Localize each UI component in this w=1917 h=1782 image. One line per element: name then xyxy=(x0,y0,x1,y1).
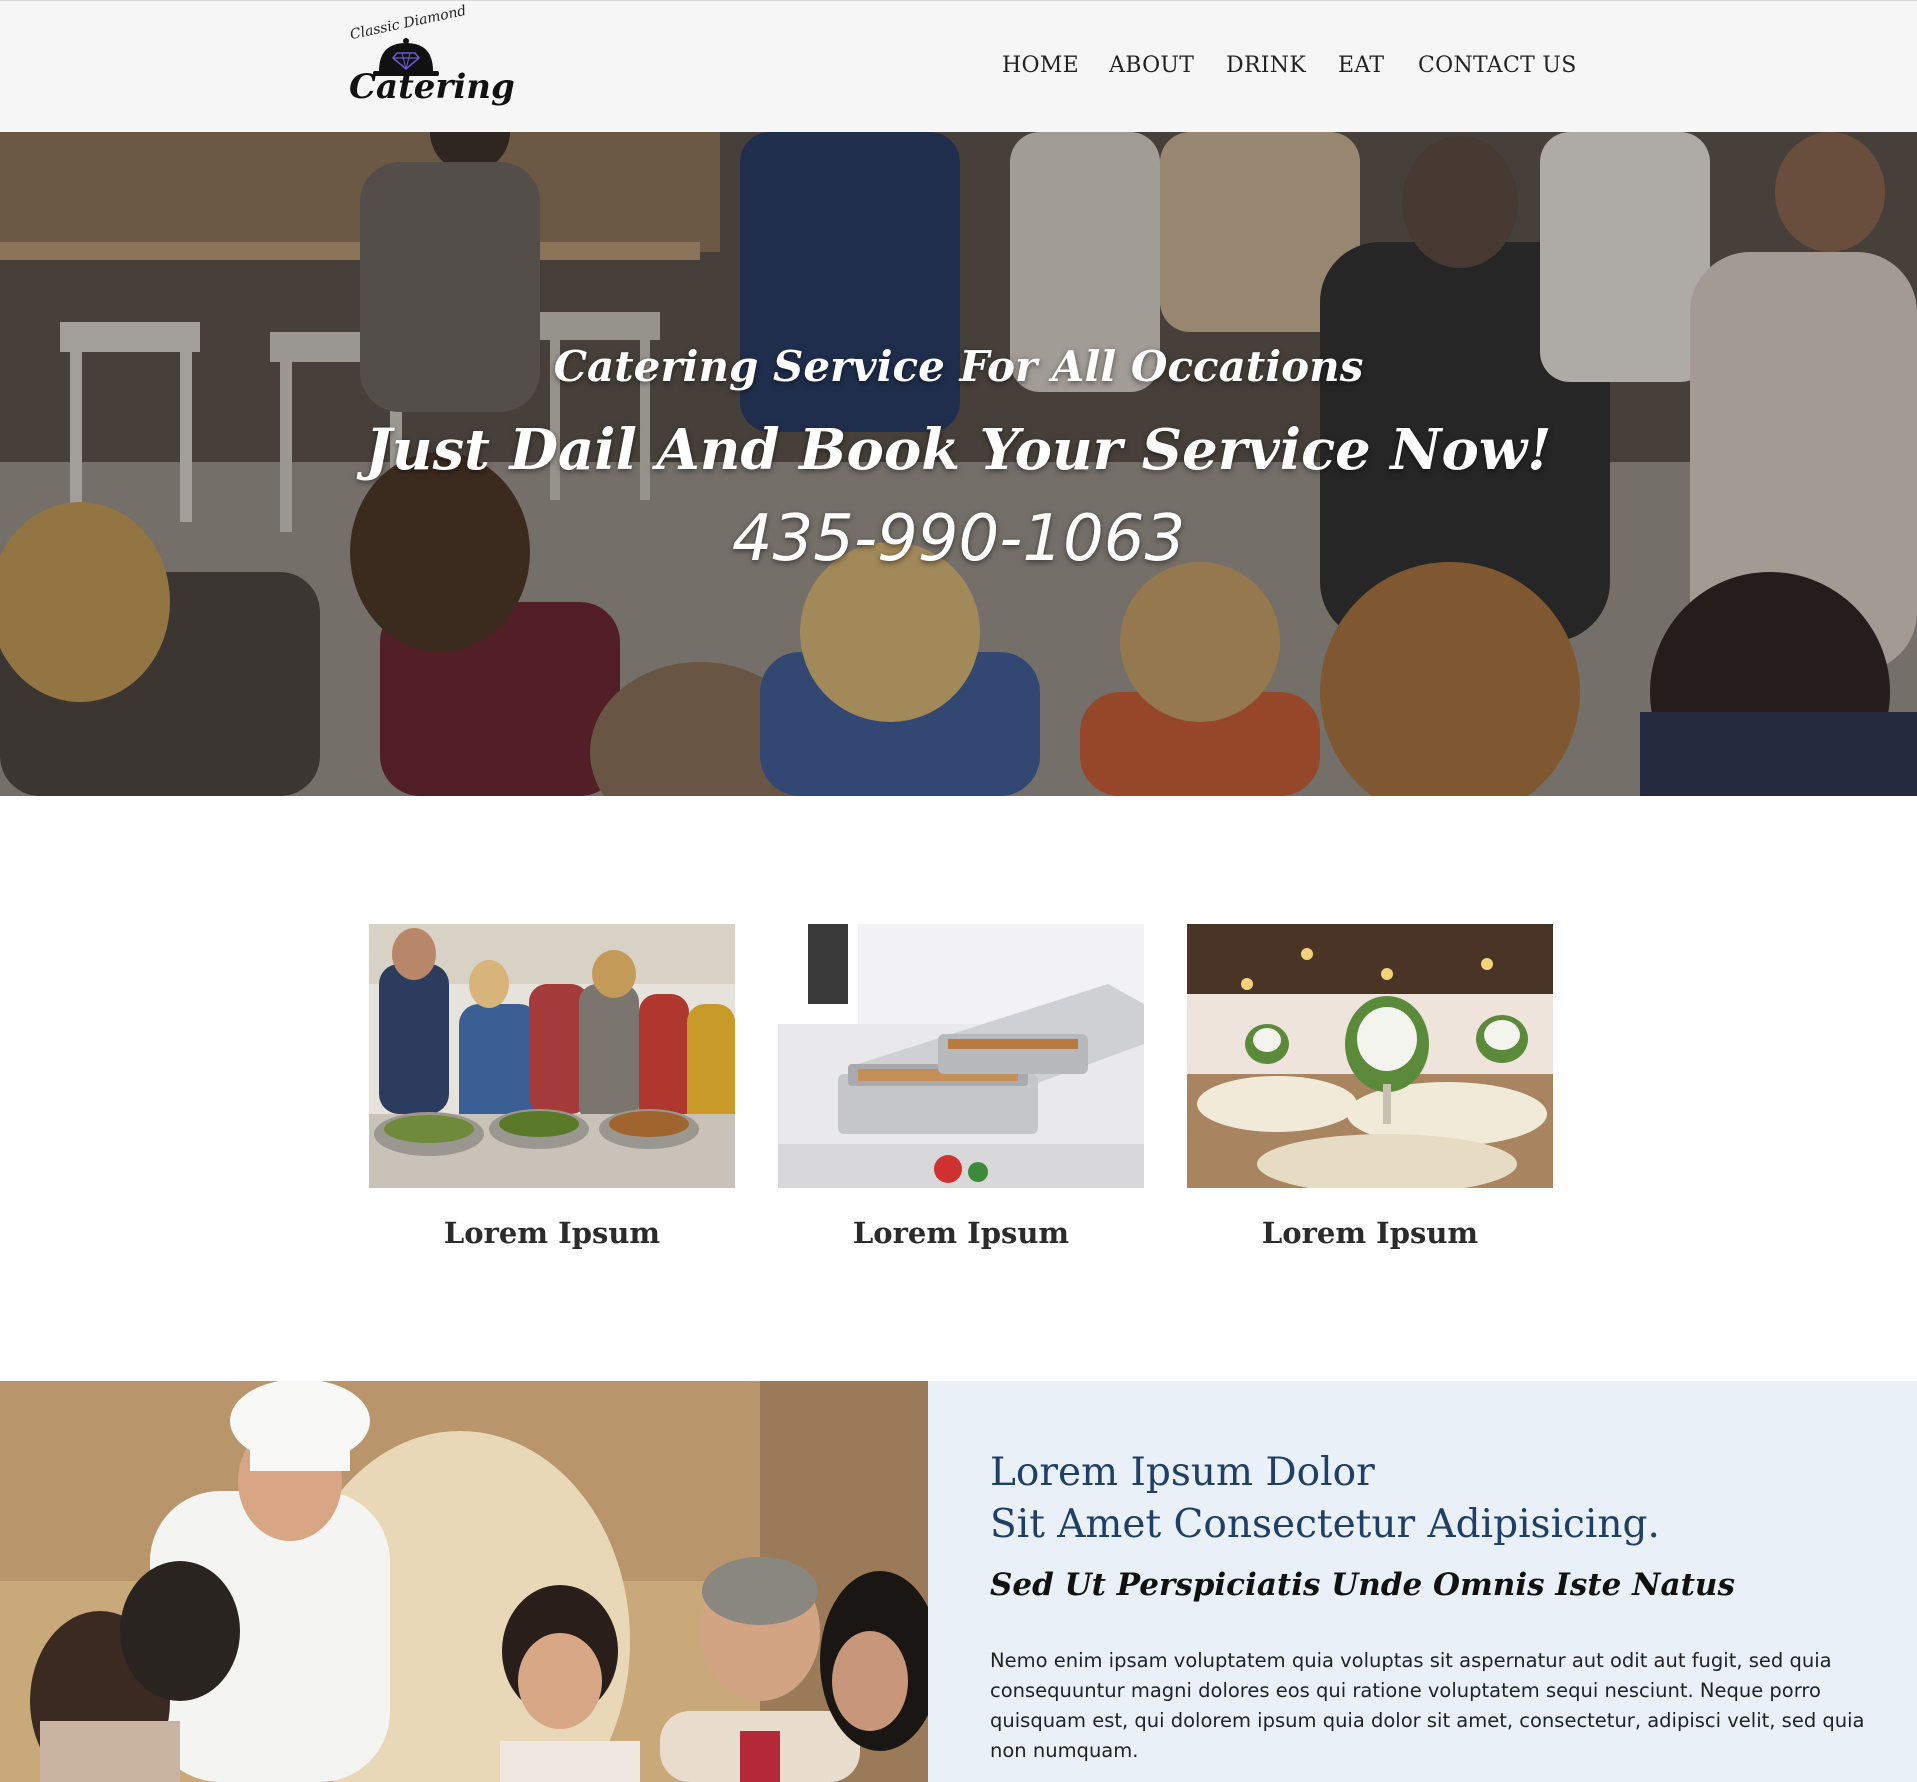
service-card-title: Lorem Ipsum xyxy=(1261,1216,1479,1250)
service-card[interactable]: Lorem Ipsum xyxy=(778,924,1144,1250)
nav-item-drink[interactable]: DRINK xyxy=(1226,53,1306,78)
nav-item-about[interactable]: ABOUT xyxy=(1109,53,1194,78)
nav-item-home[interactable]: HOME xyxy=(1002,53,1079,78)
service-card-image xyxy=(778,924,1144,1188)
about-heading-line2: Sit Amet Consectetur Adipisicing. xyxy=(990,1502,1660,1547)
main-nav: HOME ABOUT DRINK EAT CONTACT US xyxy=(0,53,1917,83)
hero-headline: Just Dail And Book Your Service Now! xyxy=(365,417,1552,483)
service-card[interactable]: Lorem Ipsum xyxy=(1187,924,1553,1250)
service-card-image xyxy=(1187,924,1553,1188)
service-card-title: Lorem Ipsum xyxy=(852,1216,1070,1250)
hero-tagline: Catering Service For All Occations xyxy=(553,342,1364,391)
service-card-image xyxy=(369,924,735,1188)
hero-banner: Catering Service For All Occations Just … xyxy=(0,132,1917,796)
about-body-text: Nemo enim ipsam voluptatem quia voluptas… xyxy=(990,1649,1865,1762)
service-card[interactable]: Lorem Ipsum xyxy=(369,924,735,1250)
about-heading: Lorem Ipsum Dolor Sit Amet Consectetur A… xyxy=(990,1447,1660,1551)
nav-item-contact-us[interactable]: CONTACT US xyxy=(1418,53,1577,78)
about-heading-line1: Lorem Ipsum Dolor xyxy=(990,1450,1375,1495)
hero-phone-number[interactable]: 435-990-1063 xyxy=(0,502,1917,576)
about-panel: Lorem Ipsum Dolor Sit Amet Consectetur A… xyxy=(928,1381,1917,1782)
service-card-title: Lorem Ipsum xyxy=(443,1216,661,1250)
site-header: Classic Diamond Catering HOME ABOUT DRIN… xyxy=(0,0,1917,132)
nav-item-eat[interactable]: EAT xyxy=(1338,53,1384,78)
chef-serving-image xyxy=(0,1381,928,1782)
about-subheading: Sed Ut Perspiciatis Unde Omnis Iste Natu… xyxy=(990,1567,1735,1603)
